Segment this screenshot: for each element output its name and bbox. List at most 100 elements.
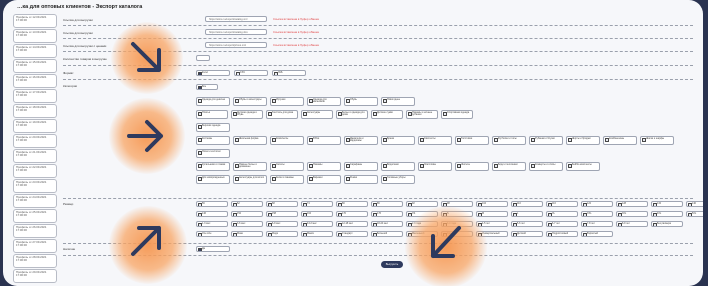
price-link-input[interactable]: https://store.ru/export/prices.xml — [205, 42, 267, 48]
sidebar-profile-item[interactable]: Профиль от 16.09.2021 17:00:00 — [13, 74, 57, 88]
size-checkbox[interactable]: 170 — [336, 211, 368, 217]
size-checkbox[interactable]: 18-24 мес — [371, 221, 403, 227]
sidebar-profile-item[interactable]: Профиль от 26.09.2021 17:00:00 — [13, 224, 57, 238]
category-checkbox[interactable]: Нижнее белье и домашнее — [233, 162, 267, 171]
category-checkbox[interactable]: Текстиль для дома — [266, 110, 298, 119]
category-checkbox[interactable]: Детская одежда и обувь — [231, 110, 263, 119]
category-checkbox[interactable]: Головные уборы — [381, 175, 415, 184]
size-checkbox[interactable]: 74 — [301, 201, 333, 207]
size-checkbox[interactable]: 134 — [651, 201, 683, 207]
export-button[interactable]: Выгрузить — [381, 261, 403, 268]
category-checkbox[interactable]: Варежки — [307, 175, 341, 184]
category-checkbox[interactable]: Джемпера и кардиганы — [344, 136, 378, 145]
sidebar-profile-item[interactable]: Профиль от 18.09.2021 17:00:00 — [13, 104, 57, 118]
size-checkbox[interactable]: 152 — [231, 211, 263, 217]
size-checkbox[interactable]: 80 — [336, 201, 368, 207]
size-checkbox[interactable]: 110 — [511, 201, 543, 207]
category-checkbox[interactable]: Обувь — [344, 97, 378, 106]
sidebar-profile-item[interactable]: Профиль от 29.09.2021 17:00:00 — [13, 269, 57, 283]
size-checkbox[interactable]: Макси — [301, 231, 333, 237]
category-checkbox[interactable]: Сарафаны — [344, 162, 378, 171]
category-checkbox[interactable]: Юбки — [307, 136, 341, 145]
category-checkbox[interactable]: Белье и одежда для дома — [336, 110, 368, 119]
sidebar-profile-item[interactable]: Профиль от 13.09.2021 17:00:00 — [13, 29, 57, 43]
size-checkbox[interactable]: 68 — [266, 201, 298, 207]
category-checkbox[interactable]: Комбинезоны — [603, 136, 637, 145]
category-checkbox[interactable]: Одежда для мальчиков — [307, 97, 341, 106]
sidebar-profile-item[interactable]: Профиль от 22.09.2021 17:00:00 — [13, 164, 57, 178]
category-checkbox[interactable]: Ремни — [344, 175, 378, 184]
product-count-input[interactable] — [196, 55, 210, 61]
category-checkbox[interactable]: Шапки и шарфы — [640, 136, 674, 145]
sidebar-profile-item[interactable]: Профиль от 17.09.2021 17:00:00 — [13, 89, 57, 103]
category-checkbox[interactable]: Пижамы и ночные рубашки — [406, 110, 438, 119]
size-checkbox[interactable]: Детский — [511, 231, 543, 237]
category-checkbox[interactable]: Носки и колготки — [196, 149, 230, 158]
category-checkbox[interactable]: Шорты и бриджи — [566, 136, 600, 145]
availability-yes-checkbox[interactable]: Да — [196, 246, 230, 252]
size-checkbox[interactable]: L — [511, 211, 543, 217]
sidebar-profile-item[interactable]: Профиль от 19.09.2021 17:00:00 — [13, 119, 57, 133]
category-checkbox[interactable]: Боди и песочники — [492, 162, 526, 171]
category-checkbox[interactable]: Бейби-комплекты — [566, 162, 600, 171]
size-checkbox[interactable]: 3XL — [616, 211, 648, 217]
size-checkbox[interactable]: Мини — [231, 231, 263, 237]
category-checkbox[interactable]: Водолазки — [381, 162, 415, 171]
size-checkbox[interactable]: 164 — [301, 211, 333, 217]
category-checkbox[interactable]: Рубашки и блузки — [529, 136, 563, 145]
size-checkbox[interactable]: 7-8 лет — [581, 221, 613, 227]
size-checkbox[interactable]: 176 — [371, 211, 403, 217]
category-checkbox[interactable]: Футболки и топы — [492, 136, 526, 145]
category-checkbox[interactable]: Купальники и плавки — [196, 162, 230, 171]
size-checkbox[interactable]: 4XL — [651, 211, 683, 217]
category-checkbox[interactable]: Конверты и слипы — [529, 162, 563, 171]
sidebar-profile-item[interactable]: Профиль от 24.09.2021 17:00:00 — [13, 194, 57, 208]
category-checkbox[interactable]: Новогоднее — [381, 97, 415, 106]
size-checkbox[interactable]: 5-6 лет — [511, 221, 543, 227]
category-checkbox[interactable]: Школьная форма — [233, 136, 267, 145]
size-checkbox[interactable]: M — [476, 211, 508, 217]
size-checkbox[interactable]: 158 — [266, 211, 298, 217]
category-checkbox[interactable]: Брюки — [381, 136, 415, 145]
sidebar-profile-item[interactable]: Профиль от 20.09.2021 17:00:00 — [13, 134, 57, 148]
sidebar-profile-item[interactable]: Профиль от 23.09.2021 17:00:00 — [13, 179, 57, 193]
size-checkbox[interactable]: Без размера — [651, 221, 683, 227]
category-checkbox[interactable]: Платья — [196, 110, 228, 119]
category-checkbox[interactable]: Для новорожденных — [196, 175, 230, 184]
category-checkbox[interactable]: Костюмы — [196, 136, 230, 145]
size-checkbox[interactable]: 12-18 мес — [336, 221, 368, 227]
size-checkbox[interactable]: 8-9 лет — [616, 221, 648, 227]
category-checkbox[interactable]: Спортивная одежда — [441, 110, 473, 119]
category-checkbox[interactable]: Кепки и панамы — [270, 175, 304, 184]
size-checkbox[interactable]: Большой — [371, 231, 403, 237]
category-checkbox[interactable]: Одежда для девочек — [196, 97, 230, 106]
category-checkbox[interactable]: Пижамы — [307, 162, 341, 171]
category-checkbox[interactable]: Аксессуары для волос — [233, 175, 267, 184]
size-checkbox[interactable]: 140 — [686, 201, 703, 207]
category-checkbox[interactable]: Детские сумки — [371, 110, 403, 119]
size-checkbox[interactable]: 1-3 мес — [196, 221, 228, 227]
size-checkbox[interactable]: 9-12 мес — [301, 221, 333, 227]
size-checkbox[interactable]: XXL — [581, 211, 613, 217]
sidebar-profile-item[interactable]: Профиль от 21.09.2021 17:00:00 — [13, 149, 57, 163]
size-checkbox[interactable]: Стандарт — [336, 231, 368, 237]
category-checkbox[interactable]: Обувь и аксессуары — [233, 97, 267, 106]
size-checkbox[interactable]: 6-9 мес — [266, 221, 298, 227]
size-checkbox[interactable]: Миди — [266, 231, 298, 237]
category-checkbox[interactable]: Лонгсливы — [418, 162, 452, 171]
size-checkbox[interactable]: 6-7 лет — [546, 221, 578, 227]
size-checkbox[interactable]: 92 — [406, 201, 438, 207]
sidebar-profile-item[interactable]: Профиль от 28.09.2021 17:00:00 — [13, 254, 57, 268]
sidebar-profile-item[interactable]: Профиль от 27.09.2021 17:00:00 — [13, 239, 57, 253]
size-checkbox[interactable]: 62 — [231, 201, 263, 207]
category-checkbox[interactable]: Игрушки — [270, 97, 304, 106]
category-checkbox[interactable]: Толстовки — [455, 136, 489, 145]
format-option[interactable]: Excel — [196, 70, 230, 76]
format-option[interactable]: CSV — [234, 70, 268, 76]
export-link-input[interactable]: https://store.ru/export/catalog.xml — [205, 16, 267, 22]
size-checkbox[interactable]: 116 — [546, 201, 578, 207]
size-checkbox[interactable]: Подростковый — [546, 231, 578, 237]
sidebar-profile-item[interactable]: Профиль от 12.09.2021 17:00:00 — [13, 14, 57, 28]
category-checkbox[interactable]: Халаты — [270, 162, 304, 171]
export-link-input[interactable]: https://store.ru/export/catalog.xlsx — [205, 29, 267, 35]
